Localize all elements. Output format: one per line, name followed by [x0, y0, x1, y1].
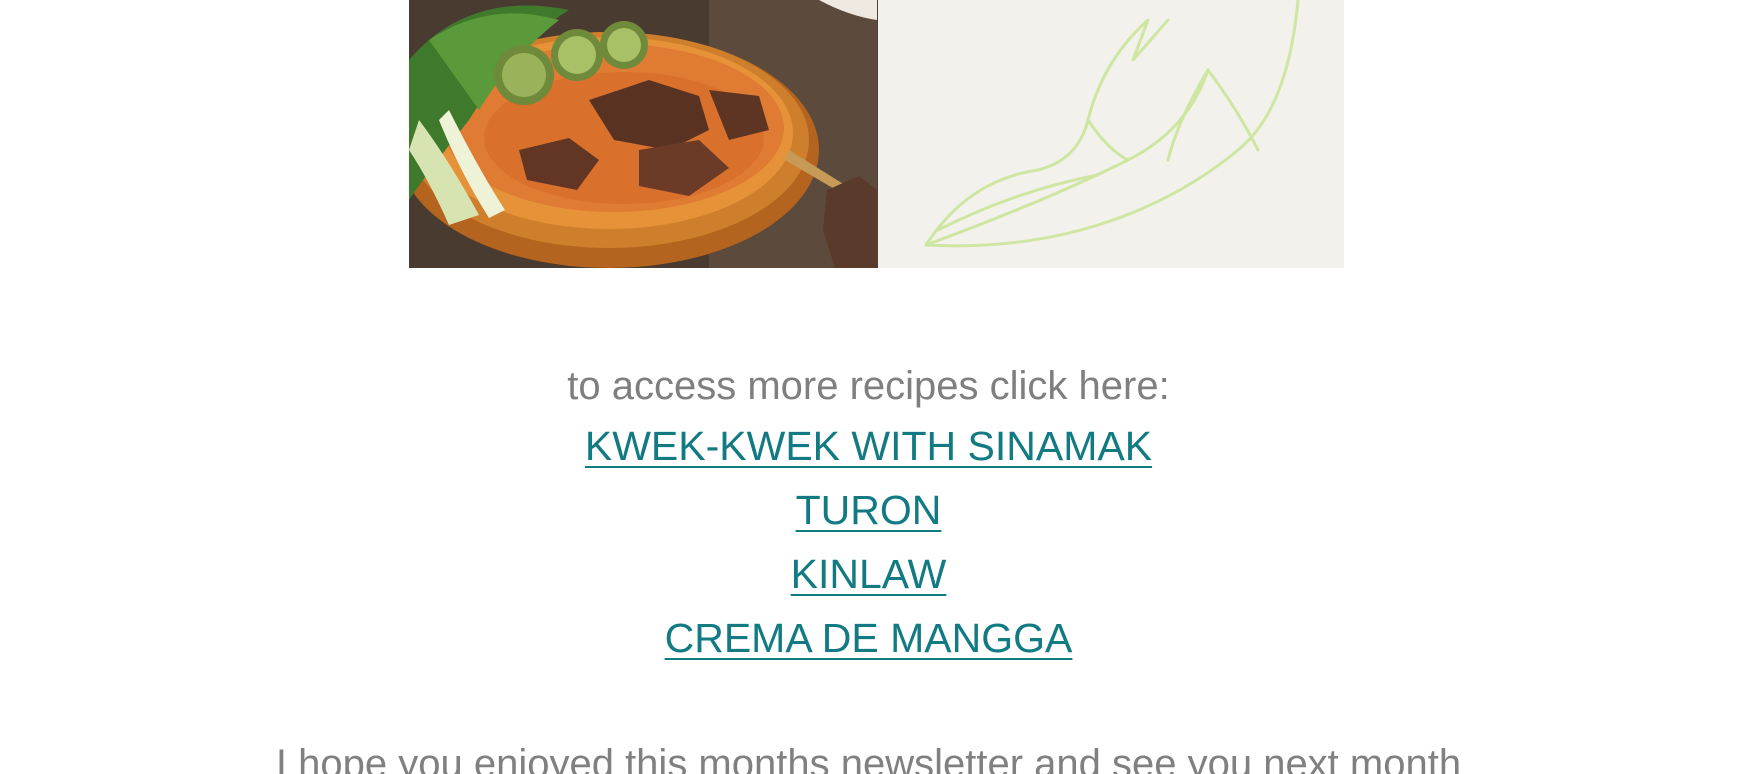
recipe-link-kwek-kwek[interactable]: KWEK-KWEK WITH SINAMAK: [585, 423, 1152, 469]
closing-message: I hope you enjoyed this months newslette…: [275, 742, 1462, 774]
recipe-link-crema-de-mangga[interactable]: CREMA DE MANGGA: [665, 615, 1073, 661]
list-item: KWEK-KWEK WITH SINAMAK: [0, 414, 1737, 478]
food-photo-illustration: [409, 0, 877, 268]
recipes-cta-text: to access more recipes click here:: [567, 364, 1170, 408]
leaf-icon: [924, 0, 1299, 248]
recipe-link-kinlaw[interactable]: KINLAW: [791, 551, 947, 597]
list-item: TURON: [0, 478, 1737, 542]
food-photo: [409, 0, 877, 268]
recipe-link-turon[interactable]: TURON: [796, 487, 942, 533]
recipe-link-list: KWEK-KWEK WITH SINAMAK TURON KINLAW CREM…: [0, 414, 1737, 670]
newsletter-page: to access more recipes click here: KWEK-…: [0, 0, 1737, 774]
leaf-illustration-panel: [876, 0, 1344, 268]
list-item: CREMA DE MANGGA: [0, 606, 1737, 670]
hero-banner: [409, 0, 1344, 268]
list-item: KINLAW: [0, 542, 1737, 606]
